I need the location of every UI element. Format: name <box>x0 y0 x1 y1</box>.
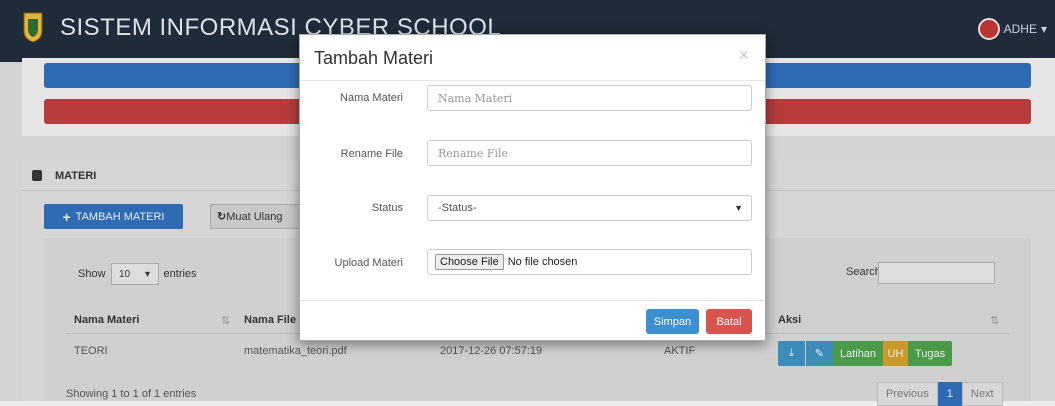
modal-footer-divider <box>300 300 765 301</box>
cell-status: AKTIF <box>664 345 696 357</box>
rename-file-label: Rename File <box>340 148 403 160</box>
book-icon <box>32 170 42 181</box>
entries-label: entries <box>163 268 197 280</box>
page-1-button[interactable]: 1 <box>937 382 962 406</box>
table-info: Showing 1 to 1 of 1 entries <box>66 388 197 400</box>
download-icon[interactable]: ⤓ <box>778 341 805 366</box>
upload-materi-label: Upload Materi <box>334 257 403 269</box>
show-label: Show <box>78 268 106 280</box>
cell-tanggal: 2017-12-26 07:57:19 <box>440 345 543 357</box>
sort-icon: ⇅ <box>221 315 231 327</box>
search-input[interactable] <box>878 262 995 284</box>
tugas-button[interactable]: Tugas <box>908 341 952 366</box>
close-icon[interactable]: × <box>738 45 749 66</box>
panel-title: MATERI <box>55 170 97 182</box>
status-value: -Status- <box>438 202 477 214</box>
avatar <box>977 18 1000 40</box>
caret-down-icon: ▾ <box>1040 22 1047 36</box>
length-control: Show 10 ▾ entries <box>78 263 197 285</box>
modal-header-divider <box>300 80 765 81</box>
school-logo-icon <box>23 12 43 43</box>
column-header-nama-materi[interactable]: Nama Materi <box>74 314 139 326</box>
upload-materi-field: Choose File No file chosen <box>427 249 752 275</box>
entries-select[interactable]: 10 ▾ <box>110 263 159 285</box>
status-label: Status <box>371 202 403 214</box>
pagination: Previous 1 Next <box>877 382 1003 406</box>
plus-icon: + <box>62 208 71 225</box>
uh-button[interactable]: UH <box>883 341 908 366</box>
choose-file-button[interactable]: Choose File <box>435 254 504 270</box>
next-button[interactable]: Next <box>961 382 1003 406</box>
rename-file-input[interactable]: Rename File <box>427 140 752 166</box>
nama-materi-input[interactable]: Nama Materi <box>427 85 752 111</box>
column-header-nama-file[interactable]: Nama File <box>244 314 296 326</box>
action-buttons: ⤓ ✎ Latihan UH Tugas <box>778 341 952 366</box>
caret-down-icon: ▾ <box>145 268 151 280</box>
user-menu[interactable]: ADHE ▾ <box>977 18 1047 40</box>
file-status-text: No file chosen <box>507 256 578 268</box>
cancel-button[interactable]: Batal <box>706 309 752 334</box>
add-materi-button[interactable]: + TAMBAH MATERI <box>44 204 183 229</box>
previous-button[interactable]: Previous <box>877 382 938 406</box>
edit-icon[interactable]: ✎ <box>806 341 833 366</box>
tambah-materi-modal: Tambah Materi × Nama Materi Nama Materi … <box>299 34 766 341</box>
nama-materi-label: Nama Materi <box>340 92 403 104</box>
entries-value: 10 <box>118 268 131 280</box>
latihan-button[interactable]: Latihan <box>833 341 883 366</box>
modal-title: Tambah Materi <box>314 48 434 68</box>
cell-nama-materi: TEORI <box>74 345 108 357</box>
caret-down-icon: ▼ <box>734 203 743 213</box>
save-button[interactable]: Simpan <box>646 309 699 334</box>
user-name: ADHE <box>1003 22 1037 36</box>
column-header-aksi[interactable]: Aksi <box>778 314 801 326</box>
status-select[interactable]: -Status- ▼ <box>427 195 752 221</box>
reload-button[interactable]: ↻ Muat Ulang <box>210 204 302 229</box>
sort-icon: ⇅ <box>990 315 1000 327</box>
cell-nama-file: matematika_teori.pdf <box>244 345 347 357</box>
reload-label: Muat Ulang <box>226 210 283 223</box>
add-materi-label: TAMBAH MATERI <box>75 210 165 223</box>
refresh-icon: ↻ <box>217 211 227 223</box>
